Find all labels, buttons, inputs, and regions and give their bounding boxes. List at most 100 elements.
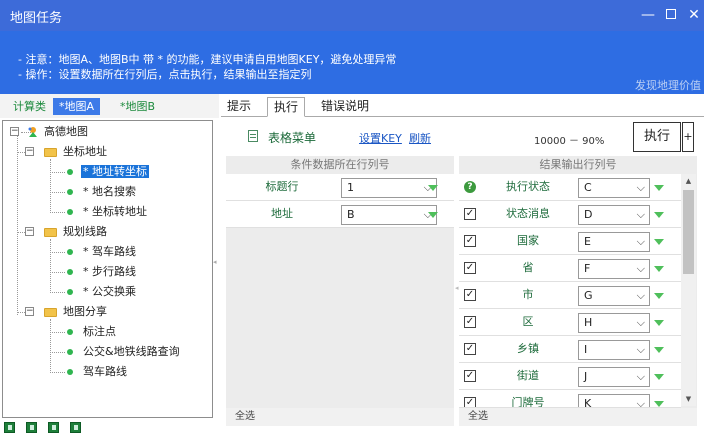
run-options-button[interactable]: + — [682, 122, 694, 152]
output-checkbox[interactable]: ✓ — [464, 397, 476, 407]
status-dot-icon — [67, 289, 73, 295]
condition-row: 地址 B ⌵ — [226, 201, 454, 228]
output-checkbox[interactable]: ✓ — [464, 316, 476, 328]
dropdown-arrow-icon[interactable] — [428, 212, 438, 218]
excel-icon[interactable] — [48, 422, 59, 433]
tree-group-map-share[interactable]: 地图分享 — [44, 303, 109, 321]
dropdown-arrow-icon[interactable] — [654, 239, 664, 245]
notice-line-1: - 注意：地图A、地图B中 带 * 的功能，建议申请自用地图KEY，避免处理异常 — [18, 53, 397, 66]
output-checkbox[interactable]: ✓ — [464, 370, 476, 382]
title-bar: 地图任务 — ✕ — [0, 0, 704, 31]
dropdown-arrow-icon[interactable] — [654, 374, 664, 380]
condition-select-all[interactable]: 全选 — [226, 408, 454, 426]
output-checkbox[interactable]: ✓ — [464, 289, 476, 301]
set-key-link[interactable]: 设置KEY — [359, 130, 402, 146]
scroll-up-icon[interactable]: ▲ — [681, 174, 696, 188]
tree-item-marker[interactable]: 标注点 — [67, 323, 118, 341]
output-checkbox[interactable]: ✓ — [464, 262, 476, 274]
output-checkbox[interactable]: ✓ — [464, 208, 476, 220]
help-icon[interactable]: ? — [464, 181, 476, 193]
dropdown-arrow-icon[interactable] — [654, 266, 664, 272]
status-dot-icon — [67, 189, 73, 195]
output-column-select[interactable]: D ⌵ — [578, 205, 650, 225]
window-title: 地图任务 — [10, 11, 63, 26]
dropdown-arrow-icon[interactable] — [654, 401, 664, 407]
tab-map-b[interactable]: *地图B — [114, 98, 161, 115]
minimize-button[interactable]: — — [637, 4, 659, 26]
output-row: ✓ 乡镇 I ⌵ — [459, 336, 681, 363]
tree-root[interactable]: 高德地图 — [27, 123, 90, 141]
tree-item-driving-route[interactable]: * 驾车路线 — [67, 243, 138, 261]
output-row: ✓ 街道 J ⌵ — [459, 363, 681, 390]
output-row: ✓ 国家 E ⌵ — [459, 228, 681, 255]
chevron-down-icon: ⌵ — [636, 343, 645, 356]
close-button[interactable]: ✕ — [683, 4, 704, 26]
tree-item-transit-transfer[interactable]: * 公交换乘 — [67, 283, 138, 301]
tab-tips[interactable]: 提示 — [221, 97, 257, 117]
refresh-link[interactable]: 刷新 — [409, 130, 431, 146]
output-column-select[interactable]: C ⌵ — [578, 178, 650, 198]
tree-item-place-search[interactable]: * 地名搜索 — [67, 183, 138, 201]
tab-execute[interactable]: 执行 — [267, 97, 306, 117]
status-dot-icon — [67, 269, 73, 275]
scroll-thumb[interactable] — [683, 190, 694, 274]
tree-connector — [50, 239, 51, 293]
address-column-select[interactable]: B ⌵ — [341, 205, 437, 225]
condition-panel: 条件数据所在行列号 标题行 1 ⌵ 地址 B ⌵ 全选 — [226, 156, 454, 426]
dropdown-arrow-icon[interactable] — [654, 212, 664, 218]
tree-expander-group-2[interactable]: − — [25, 227, 34, 236]
chevron-down-icon: ⌵ — [636, 208, 645, 221]
dropdown-arrow-icon[interactable] — [654, 347, 664, 353]
status-dot-icon — [67, 349, 73, 355]
map-pin-icon — [27, 126, 39, 138]
output-scrollbar[interactable]: ▲ ▼ — [681, 174, 696, 406]
tree-connector — [50, 192, 65, 193]
chevron-down-icon: ⌵ — [636, 235, 645, 248]
output-column-select[interactable]: I ⌵ — [578, 340, 650, 360]
run-button[interactable]: 执行 — [633, 122, 681, 152]
tree-item-address-to-coord[interactable]: * 地址转坐标 — [67, 163, 149, 181]
dropdown-arrow-icon[interactable] — [654, 320, 664, 326]
tree-item-walking-route[interactable]: * 步行路线 — [67, 263, 138, 281]
excel-icon[interactable] — [26, 422, 37, 433]
excel-icon[interactable] — [70, 422, 81, 433]
output-column-select[interactable]: G ⌵ — [578, 286, 650, 306]
tab-calc[interactable]: 计算类 — [7, 98, 52, 115]
tree-expander-group-1[interactable]: − — [25, 147, 34, 156]
output-checkbox[interactable]: ✓ — [464, 235, 476, 247]
output-column-select[interactable]: E ⌵ — [578, 232, 650, 252]
dropdown-arrow-icon[interactable] — [654, 293, 664, 299]
function-tree: − − − − 高德地图 坐标地址 * 地址转坐标 * 地名搜索 * 坐标转地址… — [2, 120, 213, 418]
tree-connector — [17, 135, 18, 315]
output-checkbox[interactable]: ✓ — [464, 343, 476, 355]
output-column-select[interactable]: K ⌵ — [578, 394, 650, 407]
folder-icon — [44, 227, 57, 237]
output-column-select[interactable]: F ⌵ — [578, 259, 650, 279]
excel-icon[interactable] — [4, 422, 15, 433]
tree-item-share-driving-route[interactable]: 驾车路线 — [67, 363, 129, 381]
title-row-select[interactable]: 1 ⌵ — [341, 178, 437, 198]
tree-expander-root[interactable]: − — [10, 127, 19, 136]
tree-item-coord-to-address[interactable]: * 坐标转地址 — [67, 203, 149, 221]
maximize-button[interactable] — [660, 4, 682, 26]
table-menu-button[interactable]: 表格菜单 — [268, 129, 316, 146]
right-tab-bar: 提示 执行 错误说明 — [221, 96, 704, 117]
tree-connector — [50, 352, 65, 353]
output-panel-header: 结果输出行列号 — [539, 158, 617, 171]
tab-error-help[interactable]: 错误说明 — [315, 97, 375, 117]
chevron-down-icon: ⌵ — [636, 370, 645, 383]
splitter-handle[interactable]: ◂ — [213, 258, 217, 268]
output-column-select[interactable]: J ⌵ — [578, 367, 650, 387]
status-dot-icon — [67, 209, 73, 215]
tab-map-a[interactable]: *地图A — [53, 98, 101, 115]
dropdown-arrow-icon[interactable] — [428, 185, 438, 191]
tree-group-route-planning[interactable]: 规划线路 — [44, 223, 109, 241]
output-column-select[interactable]: H ⌵ — [578, 313, 650, 333]
scroll-down-icon[interactable]: ▼ — [681, 392, 696, 406]
tree-expander-group-3[interactable]: − — [25, 307, 34, 316]
output-select-all[interactable]: 全选 — [459, 408, 697, 426]
tree-item-transit-line-query[interactable]: 公交&地铁线路查询 — [67, 343, 182, 361]
dropdown-arrow-icon[interactable] — [654, 185, 664, 191]
tree-connector — [50, 252, 65, 253]
tree-group-coord-address[interactable]: 坐标地址 — [44, 143, 109, 161]
